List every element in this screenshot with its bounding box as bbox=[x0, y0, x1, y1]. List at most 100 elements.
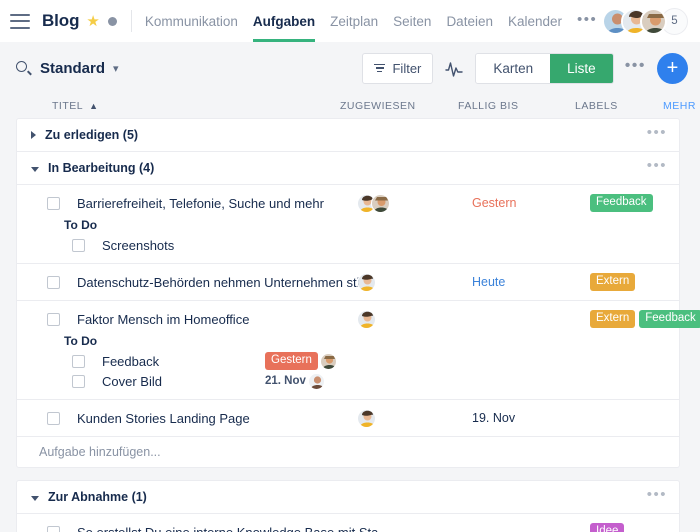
toolbar-more-icon[interactable]: ••• bbox=[625, 57, 646, 80]
task-group-card: Zur Abnahme (1) ••• So erstellst Du eine… bbox=[16, 480, 680, 532]
avatar[interactable] bbox=[357, 309, 376, 329]
subtask-checkbox[interactable] bbox=[72, 238, 85, 252]
search-icon[interactable] bbox=[16, 60, 32, 76]
task-assignees[interactable] bbox=[357, 193, 390, 213]
task-assignees[interactable] bbox=[357, 408, 376, 428]
column-header-title[interactable]: TITEL ▲ bbox=[52, 100, 99, 112]
top-navigation-bar: Blog ★ Kommunikation Aufgaben Zeitplan S… bbox=[0, 0, 700, 42]
task-checkbox[interactable] bbox=[47, 275, 60, 289]
task-title[interactable]: Kunden Stories Landing Page bbox=[77, 411, 250, 426]
tab-zeitplan[interactable]: Zeitplan bbox=[330, 0, 378, 42]
member-avatars: 5 bbox=[602, 7, 688, 35]
add-task-row[interactable]: Aufgabe hinzufügen... bbox=[17, 437, 679, 467]
filter-button-label: Filter bbox=[392, 60, 422, 76]
avatar[interactable] bbox=[307, 372, 325, 390]
group-header-zu-erledigen[interactable]: Zu erledigen (5) ••• bbox=[17, 119, 679, 152]
task-labels: Feedback bbox=[590, 193, 653, 213]
avatar[interactable] bbox=[371, 193, 390, 213]
task-title[interactable]: So erstellst Du eine interne Knowledge B… bbox=[77, 525, 378, 532]
current-view-name[interactable]: Standard bbox=[40, 60, 105, 77]
subtask-row[interactable]: Cover Bild 21. Nov bbox=[17, 371, 679, 391]
chevron-down-icon bbox=[31, 166, 39, 172]
task-checkbox[interactable] bbox=[47, 525, 60, 532]
avatar[interactable] bbox=[357, 272, 376, 292]
table-row[interactable]: Barrierefreiheit, Telefonie, Suche und m… bbox=[17, 185, 679, 264]
table-row[interactable]: Faktor Mensch im Homeoffice Extern Feedb… bbox=[17, 301, 700, 400]
tab-dateien[interactable]: Dateien bbox=[446, 0, 493, 42]
subtask-row[interactable]: Feedback Gestern bbox=[17, 351, 679, 371]
task-checkbox[interactable] bbox=[47, 411, 60, 425]
group-name: Zu erledigen (5) bbox=[45, 128, 139, 142]
subtask-checkbox[interactable] bbox=[72, 354, 85, 368]
chevron-down-icon[interactable]: ▾ bbox=[113, 62, 119, 75]
main-nav: Kommunikation Aufgaben Zeitplan Seiten D… bbox=[145, 0, 597, 42]
page-title: Blog bbox=[42, 11, 80, 30]
task-checkbox[interactable] bbox=[47, 312, 60, 326]
activity-pulse-icon[interactable] bbox=[444, 58, 464, 78]
subtask-checkbox[interactable] bbox=[72, 374, 85, 388]
view-list-button[interactable]: Liste bbox=[550, 53, 613, 83]
hamburger-menu-icon[interactable] bbox=[10, 13, 30, 29]
tab-kommunikation[interactable]: Kommunikation bbox=[145, 0, 238, 42]
chevron-right-icon bbox=[31, 131, 36, 139]
subtask-row[interactable]: Screenshots bbox=[17, 235, 679, 255]
task-title[interactable]: Barrierefreiheit, Telefonie, Suche und m… bbox=[77, 196, 324, 211]
label-chip[interactable]: Extern bbox=[590, 272, 636, 292]
task-due-date[interactable]: Heute bbox=[472, 272, 505, 292]
tab-seiten[interactable]: Seiten bbox=[393, 0, 431, 42]
filter-button[interactable]: Filter bbox=[362, 52, 434, 84]
subtask-meta: Gestern bbox=[265, 351, 337, 371]
task-checkbox[interactable] bbox=[47, 196, 60, 210]
group-more-icon[interactable]: ••• bbox=[647, 157, 667, 179]
group-name: Zur Abnahme (1) bbox=[48, 490, 147, 504]
star-icon[interactable]: ★ bbox=[86, 12, 99, 30]
subtask-section-title: To Do bbox=[64, 334, 98, 348]
task-assignees[interactable] bbox=[357, 309, 376, 329]
subtask-due-badge[interactable]: Gestern bbox=[265, 351, 318, 371]
subtask-section-title: To Do bbox=[64, 218, 98, 232]
group-header-zur-abnahme[interactable]: Zur Abnahme (1) ••• bbox=[17, 481, 679, 514]
task-title[interactable]: Datenschutz-Behörden nehmen Unternehmen … bbox=[77, 275, 373, 290]
column-header-labels[interactable]: LABELS bbox=[575, 100, 618, 112]
chevron-down-icon bbox=[31, 495, 39, 501]
status-dot-icon bbox=[107, 16, 117, 26]
task-assignees[interactable] bbox=[357, 272, 376, 292]
tab-kalender[interactable]: Kalender bbox=[508, 0, 562, 42]
group-more-icon[interactable]: ••• bbox=[647, 124, 667, 146]
nav-more-icon[interactable]: ••• bbox=[577, 11, 597, 32]
subtask-due-date[interactable]: 21. Nov bbox=[265, 375, 306, 387]
table-row[interactable]: Datenschutz-Behörden nehmen Unternehmen … bbox=[17, 264, 679, 301]
subtask-title[interactable]: Screenshots bbox=[102, 238, 174, 253]
task-due-date[interactable]: 19. Nov bbox=[472, 408, 515, 428]
avatar[interactable] bbox=[357, 408, 376, 428]
view-cards-button[interactable]: Karten bbox=[476, 53, 551, 83]
sort-asc-icon: ▲ bbox=[89, 101, 99, 111]
subtask-title[interactable]: Cover Bild bbox=[102, 374, 162, 389]
task-title[interactable]: Faktor Mensch im Homeoffice bbox=[77, 312, 249, 327]
column-header-due[interactable]: FALLIG BIS bbox=[458, 100, 518, 112]
tab-aufgaben[interactable]: Aufgaben bbox=[252, 0, 316, 42]
column-header-more[interactable]: MEHR bbox=[663, 100, 696, 112]
group-more-icon[interactable]: ••• bbox=[647, 486, 667, 508]
task-group-card: Zu erledigen (5) ••• In Bearbeitung (4) … bbox=[16, 118, 700, 468]
filter-icon bbox=[374, 63, 386, 73]
view-switcher: Karten Liste bbox=[475, 52, 614, 84]
label-chip[interactable]: Feedback bbox=[639, 309, 700, 329]
column-header-assigned[interactable]: ZUGEWIESEN bbox=[340, 100, 416, 112]
column-headers: TITEL ▲ ZUGEWIESEN FALLIG BIS LABELS MEH… bbox=[0, 94, 700, 118]
add-task-button[interactable]: + bbox=[657, 52, 688, 84]
table-row[interactable]: Kunden Stories Landing Page 19. Nov bbox=[17, 400, 679, 437]
label-chip[interactable]: Extern bbox=[590, 309, 636, 329]
table-row[interactable]: So erstellst Du eine interne Knowledge B… bbox=[17, 514, 679, 532]
task-list: Zu erledigen (5) ••• In Bearbeitung (4) … bbox=[0, 118, 700, 532]
task-due-date[interactable]: Gestern bbox=[472, 193, 516, 213]
label-chip[interactable]: Feedback bbox=[590, 193, 653, 213]
label-chip[interactable]: Idee bbox=[590, 522, 625, 532]
avatar[interactable] bbox=[640, 7, 667, 35]
avatar[interactable] bbox=[319, 352, 337, 370]
group-name: In Bearbeitung (4) bbox=[48, 161, 155, 175]
group-header-in-bearbeitung[interactable]: In Bearbeitung (4) ••• bbox=[17, 152, 679, 185]
subtask-title[interactable]: Feedback bbox=[102, 354, 159, 369]
view-toolbar: Standard ▾ Filter Karten Liste ••• + bbox=[0, 42, 700, 94]
subtask-meta: 21. Nov bbox=[265, 371, 325, 391]
